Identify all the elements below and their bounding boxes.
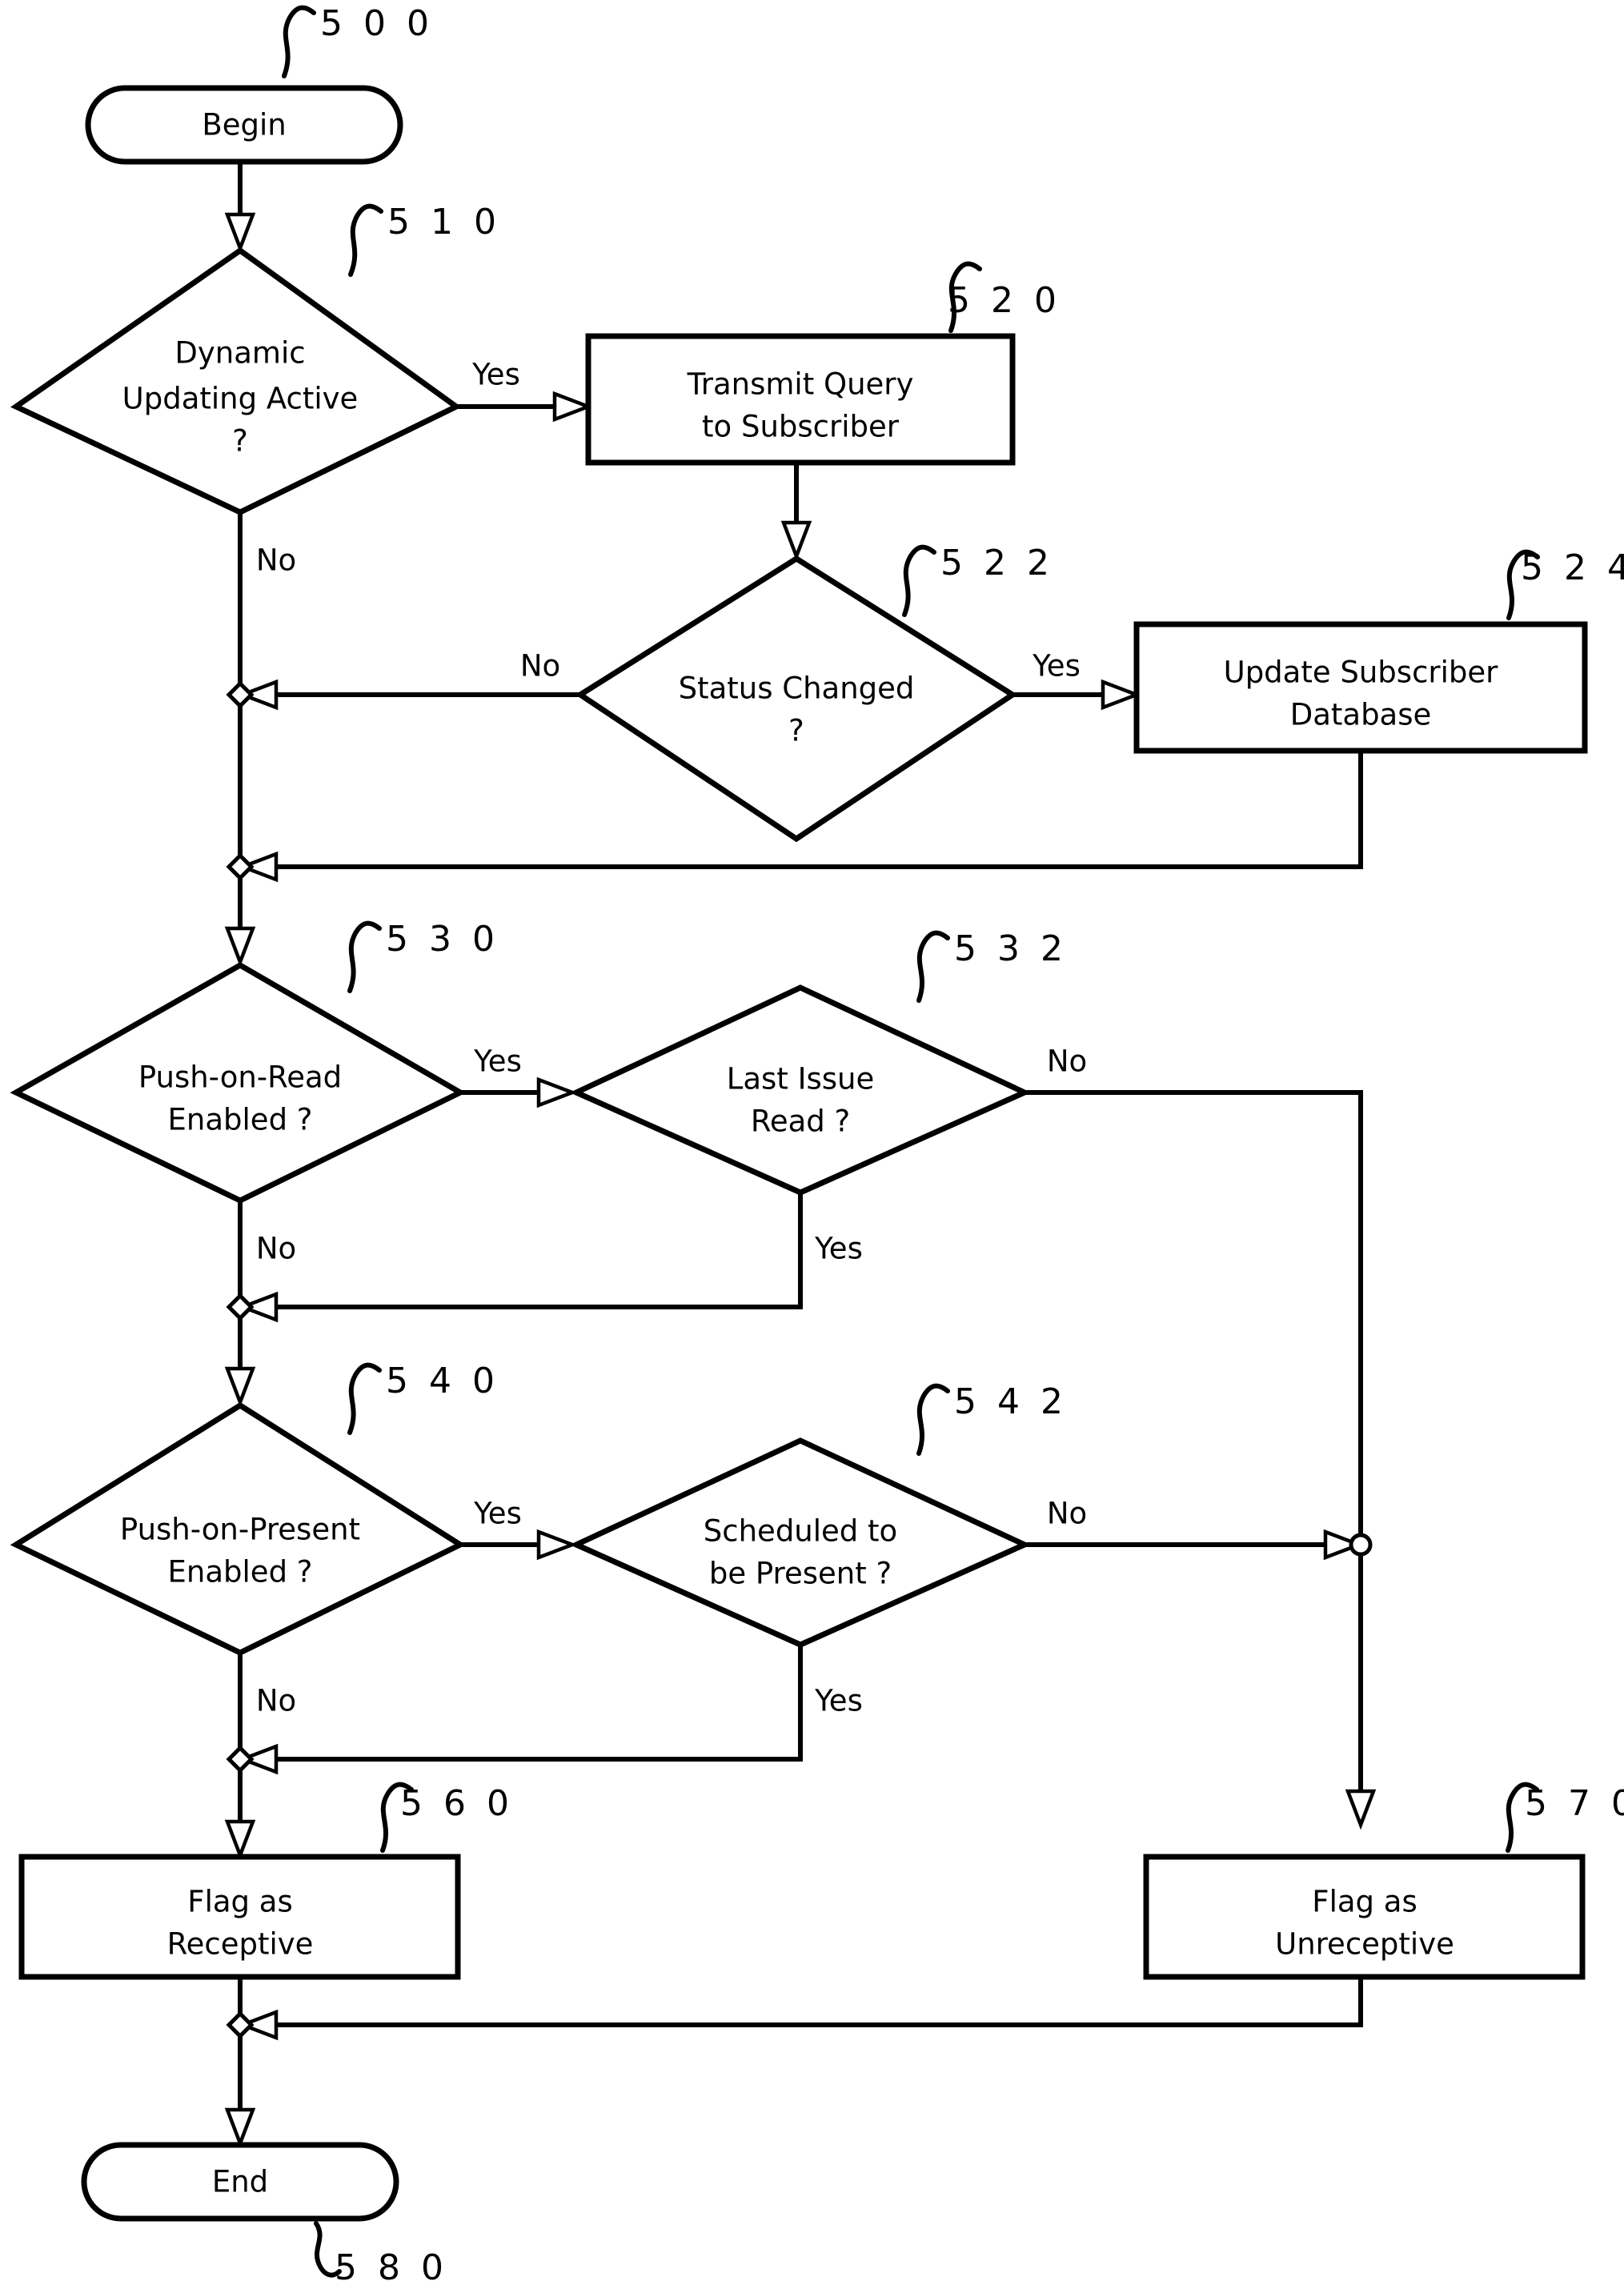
transmit-query-line2: to Subscriber — [702, 410, 900, 444]
edge-label-last-issue-yes: Yes — [814, 1232, 863, 1266]
last-issue-read-line1: Last Issue — [727, 1062, 875, 1096]
last-issue-read-line2: Read ? — [751, 1104, 850, 1139]
node-begin[interactable]: Begin — [85, 85, 403, 165]
edge-label-push-present-yes: Yes — [473, 1497, 522, 1531]
ref-number-580: 5 8 0 — [335, 2247, 448, 2288]
leader-522 — [902, 544, 936, 617]
leader-540 — [347, 1362, 382, 1435]
scheduled-present-line2: be Present ? — [709, 1557, 892, 1591]
junction-node-b — [226, 852, 255, 881]
ref-number-542: 5 4 2 — [954, 1381, 1068, 1422]
status-changed-line2: ? — [788, 714, 804, 748]
dynamic-updating-line3: ? — [232, 424, 248, 459]
node-scheduled-present[interactable]: Scheduled to be Present ? — [569, 1437, 1032, 1648]
junction-node-e — [226, 2010, 255, 2039]
node-push-on-present[interactable]: Push-on-Present Enabled ? — [10, 1401, 467, 1656]
push-on-present-line2: Enabled ? — [168, 1555, 313, 1589]
edge-label-status-yes: Yes — [1032, 649, 1081, 683]
update-database-line1: Update Subscriber — [1224, 655, 1499, 690]
edge-label-scheduled-no: No — [1047, 1497, 1087, 1531]
junction-node-d — [226, 1745, 255, 1774]
push-on-read-line1: Push-on-Read — [138, 1060, 342, 1095]
node-status-changed[interactable]: Status Changed ? — [575, 555, 1018, 843]
arrowhead-540-yes — [536, 1529, 578, 1561]
ref-number-510: 5 1 0 — [387, 202, 501, 243]
junction-node-c — [226, 1293, 255, 1321]
flag-receptive-line1: Flag as — [187, 1885, 292, 1919]
flag-unreceptive-line1: Flag as — [1312, 1885, 1417, 1919]
push-on-read-line2: Enabled ? — [168, 1103, 313, 1137]
edge-542-yes-to-junctionD — [264, 1645, 803, 1762]
edge-label-dynamic-yes: Yes — [471, 358, 520, 392]
edge-label-status-no: No — [520, 649, 560, 683]
arrowhead-522-yes — [1101, 679, 1142, 711]
edge-label-push-present-no: No — [256, 1684, 296, 1718]
node-update-database[interactable]: Update Subscriber Database — [1133, 621, 1588, 754]
node-push-on-read[interactable]: Push-on-Read Enabled ? — [10, 961, 467, 1204]
arrowhead-begin-to-510 — [224, 212, 256, 254]
edge-label-dynamic-no: No — [256, 543, 296, 578]
ref-number-560: 5 6 0 — [400, 1783, 514, 1824]
arrowhead-to-560 — [224, 1819, 256, 1861]
leader-530 — [347, 920, 382, 993]
update-database-line2: Database — [1290, 698, 1432, 732]
transmit-query-line1: Transmit Query — [687, 367, 914, 402]
flag-receptive-line2: Receptive — [167, 1927, 314, 1962]
junction-node-a — [226, 680, 255, 709]
arrowhead-530-yes — [536, 1076, 578, 1108]
ref-number-524: 5 2 4 — [1521, 547, 1624, 588]
arrowhead-520-to-522 — [780, 520, 812, 562]
node-dynamic-updating[interactable]: Dynamic Updating Active ? — [10, 247, 462, 515]
edge-label-push-read-no: No — [256, 1232, 296, 1266]
edge-532-yes-to-junctionC — [264, 1193, 803, 1309]
end-label: End — [212, 2165, 268, 2199]
ref-number-570: 5 7 0 — [1525, 1783, 1624, 1824]
ref-number-500: 5 0 0 — [320, 3, 434, 44]
edge-label-scheduled-yes: Yes — [814, 1684, 863, 1718]
arrowhead-510-yes — [552, 391, 594, 423]
junction-node-right-rail — [1349, 1533, 1373, 1557]
node-transmit-query[interactable]: Transmit Query to Subscriber — [585, 333, 1016, 466]
begin-label: Begin — [202, 108, 286, 142]
dynamic-updating-line1: Dynamic — [174, 336, 305, 371]
edge-532-no-to-right-rail — [1025, 1090, 1363, 1545]
edge-label-push-read-yes: Yes — [473, 1044, 522, 1079]
leader-500 — [282, 5, 316, 78]
arrowhead-to-530 — [224, 926, 256, 968]
leader-510 — [348, 203, 383, 277]
node-flag-receptive[interactable]: Flag as Receptive — [18, 1854, 461, 1980]
leader-532 — [916, 930, 950, 1003]
ref-number-530: 5 3 0 — [386, 919, 499, 960]
node-end[interactable]: End — [81, 2142, 399, 2222]
arrowhead-to-end — [224, 2107, 256, 2149]
edge-label-last-issue-no: No — [1047, 1044, 1087, 1079]
leader-542 — [916, 1383, 950, 1456]
scheduled-present-line1: Scheduled to — [704, 1514, 897, 1549]
push-on-present-line1: Push-on-Present — [120, 1513, 360, 1547]
status-changed-line1: Status Changed — [679, 671, 915, 706]
dynamic-updating-line2: Updating Active — [122, 382, 359, 416]
ref-number-532: 5 3 2 — [954, 928, 1068, 969]
ref-number-540: 5 4 0 — [386, 1361, 499, 1401]
flowchart-page: Begin 5 0 0 Dynamic Updating Active ? 5 … — [0, 0, 1624, 2289]
arrowhead-to-540 — [224, 1366, 256, 1408]
node-flag-unreceptive[interactable]: Flag as Unreceptive — [1143, 1854, 1586, 1980]
flowchart-canvas: Begin 5 0 0 Dynamic Updating Active ? 5 … — [10, 3, 1624, 2288]
arrowhead-to-570 — [1345, 1789, 1377, 1830]
flag-unreceptive-line2: Unreceptive — [1275, 1927, 1454, 1962]
ref-number-522: 5 2 2 — [940, 543, 1054, 583]
ref-number-520: 5 2 0 — [948, 280, 1061, 321]
node-last-issue-read[interactable]: Last Issue Read ? — [569, 984, 1032, 1196]
